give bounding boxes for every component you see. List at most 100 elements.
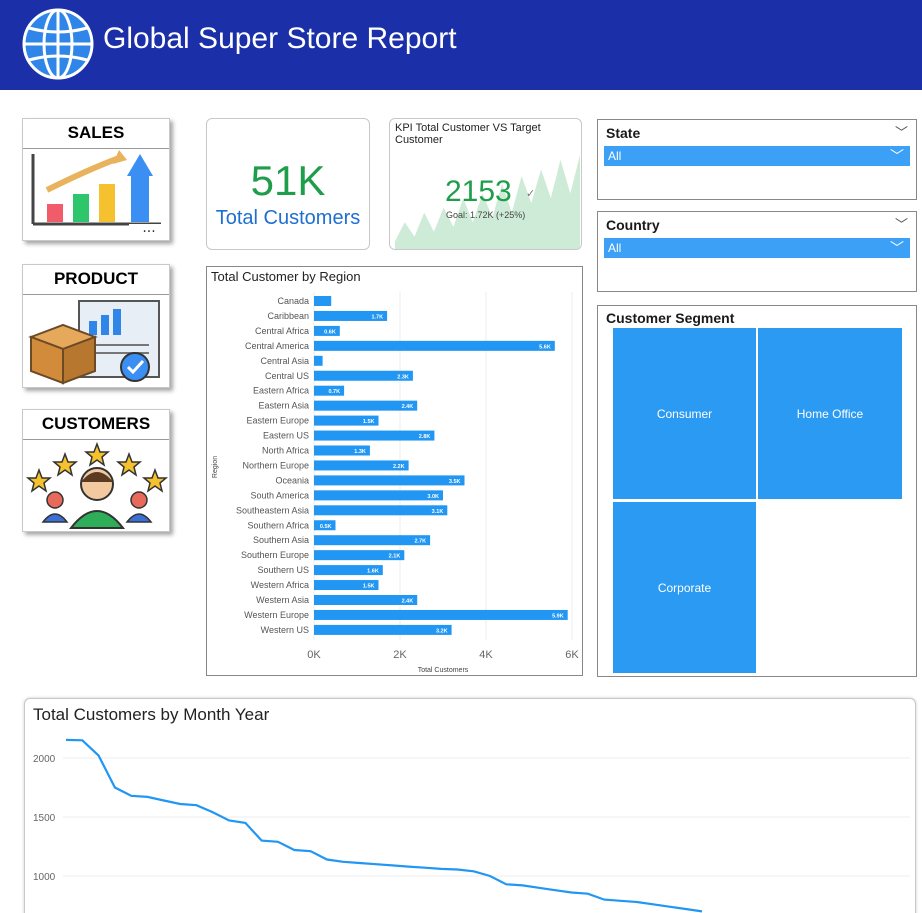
dropdown-chevron-icon: ﹀ [890, 148, 904, 164]
product-box-icon [28, 300, 160, 385]
bar-mark [314, 355, 323, 366]
country-dropdown[interactable]: All ﹀ [604, 238, 910, 258]
sales-divider [23, 148, 169, 149]
bar-data-label: 2.7K [414, 539, 426, 545]
bar-data-label: 5.6K [539, 344, 551, 350]
page-title: Global Super Store Report [103, 22, 457, 55]
bar-category-label: South America [250, 490, 309, 500]
chevron-down-icon[interactable]: ﹀ [895, 214, 908, 233]
bar-category-label: Central America [245, 341, 309, 351]
kpi-check-icon: ✓ [526, 187, 536, 200]
bar-data-label: 5.9K [552, 613, 564, 619]
bar-data-label: 0.5K [320, 524, 332, 530]
globe-icon [22, 8, 94, 80]
state-dropdown-value: All [608, 149, 622, 163]
bar-category-label: Eastern Asia [258, 401, 309, 411]
total-customers-card: 51K Total Customers [206, 118, 370, 250]
bar-data-label: 1.3K [354, 449, 366, 455]
bar-category-label: Canada [277, 296, 309, 306]
bar-category-label: Central Africa [255, 326, 309, 336]
bar-mark [314, 475, 465, 486]
bar-category-label: Southern Africa [247, 520, 309, 530]
line-y-tick: 1500 [33, 813, 56, 824]
bar-category-label: Oceania [275, 475, 309, 485]
region-bar-chart: Total Customer by Region 0K 2K 4K 6K Canada Ca… [211, 269, 579, 674]
bar-category-label: Northern Europe [242, 460, 309, 470]
bar-mark [314, 624, 452, 635]
state-dropdown[interactable]: All ﹀ [604, 146, 910, 166]
bar-data-label: 2.2K [393, 464, 405, 470]
bar-data-label: 3.1K [432, 509, 444, 515]
bar-data-label: 1.7K [371, 314, 383, 320]
bar-chart-title: Total Customer by Region [211, 269, 361, 284]
dropdown-chevron-icon: ﹀ [890, 240, 904, 256]
total-customers-label: Total Customers [215, 207, 361, 229]
line-series [65, 738, 703, 913]
customer-segment-title: Customer Segment [606, 310, 735, 326]
bar-data-label: 2.4K [402, 599, 414, 605]
product-nav-button[interactable]: PRODUCT [22, 264, 170, 388]
line-y-tick: 2000 [33, 754, 56, 765]
customer-segment-panel: Customer Segment Consumer Home Office Co… [597, 305, 917, 677]
bar-data-label: 2.3K [397, 374, 409, 380]
bar-mark [314, 609, 568, 620]
bar-mark [314, 505, 448, 516]
bar-x-tick: 6K [565, 649, 579, 661]
bar-category-label: Western Asia [256, 595, 309, 605]
bar-data-label: 1.5K [363, 419, 375, 425]
customers-divider [23, 439, 169, 440]
kpi-target-title: KPI Total Customer VS Target Customer [395, 122, 541, 146]
bar-data-label: 2.1K [389, 554, 401, 560]
customers-line-chart-panel: Total Customers by Month Year 1000 1500 200… [24, 698, 916, 913]
bar-category-label: Central Asia [260, 356, 309, 366]
bar-category-label: Southeastern Asia [236, 505, 309, 515]
bar-x-tick: 2K [393, 649, 407, 661]
bar-category-label: Caribbean [267, 311, 309, 321]
bar-category-label: Western Europe [244, 610, 309, 620]
line-chart-title: Total Customers by Month Year [33, 705, 270, 724]
bar-data-label: 2.4K [402, 404, 414, 410]
report-canvas: Global Super Store Report SALES ... PROD… [0, 0, 922, 913]
kpi-target-value: 2153 [445, 175, 512, 208]
country-dropdown-value: All [608, 241, 622, 255]
bar-category-label: Southern Europe [241, 550, 309, 560]
bar-data-label: 3.0K [427, 494, 439, 500]
bar-mark [314, 430, 435, 441]
bar-data-label: 1.5K [363, 584, 375, 590]
bar-category-label: Eastern US [263, 431, 309, 441]
bar-category-label: Southern Asia [253, 535, 309, 545]
region-bar-chart-panel: Total Customer by Region 0K 2K 4K 6K Canada Ca… [206, 266, 583, 676]
more-options-button[interactable]: ... [129, 221, 169, 240]
bar-category-label: North Africa [262, 446, 309, 456]
line-y-tick: 1000 [33, 872, 56, 883]
bar-data-label: 0.6K [324, 329, 336, 335]
bar-mark [314, 490, 443, 501]
bar-category-label: Central US [265, 371, 309, 381]
customers-rating-icon [25, 442, 169, 529]
kpi-target-card: KPI Total Customer VS Target Customer 21… [389, 118, 582, 250]
bar-category-label: Southern US [257, 565, 309, 575]
bar-x-tick: 4K [479, 649, 493, 661]
product-nav-label: PRODUCT [53, 269, 139, 288]
bar-mark [314, 296, 332, 306]
sales-nav-button[interactable]: SALES ... [22, 118, 170, 241]
chevron-down-icon[interactable]: ﹀ [895, 122, 908, 141]
product-divider [23, 294, 169, 295]
bar-mark [314, 340, 555, 351]
state-slicer-title: State [606, 125, 641, 141]
segment-corporate[interactable]: Corporate [613, 502, 756, 673]
bar-x-tick: 0K [307, 649, 321, 661]
customers-nav-button[interactable]: CUSTOMERS [22, 409, 170, 532]
bar-category-label: Western Africa [251, 580, 309, 590]
country-slicer: Country ﹀ All ﹀ [597, 211, 917, 292]
segment-home-office[interactable]: Home Office [758, 328, 902, 499]
kpi-goal-text: Goal: 1.72K (+25%) [446, 210, 526, 220]
sales-nav-label: SALES [67, 123, 125, 142]
bar-data-label: 0.7K [328, 389, 340, 395]
bar-data-label: 2.8K [419, 434, 431, 440]
segment-consumer[interactable]: Consumer [613, 328, 756, 499]
customers-nav-label: CUSTOMERS [41, 414, 151, 433]
bar-data-label: 3.2K [436, 628, 448, 634]
report-header: Global Super Store Report [0, 0, 922, 90]
total-customers-value: 51K [250, 157, 326, 204]
